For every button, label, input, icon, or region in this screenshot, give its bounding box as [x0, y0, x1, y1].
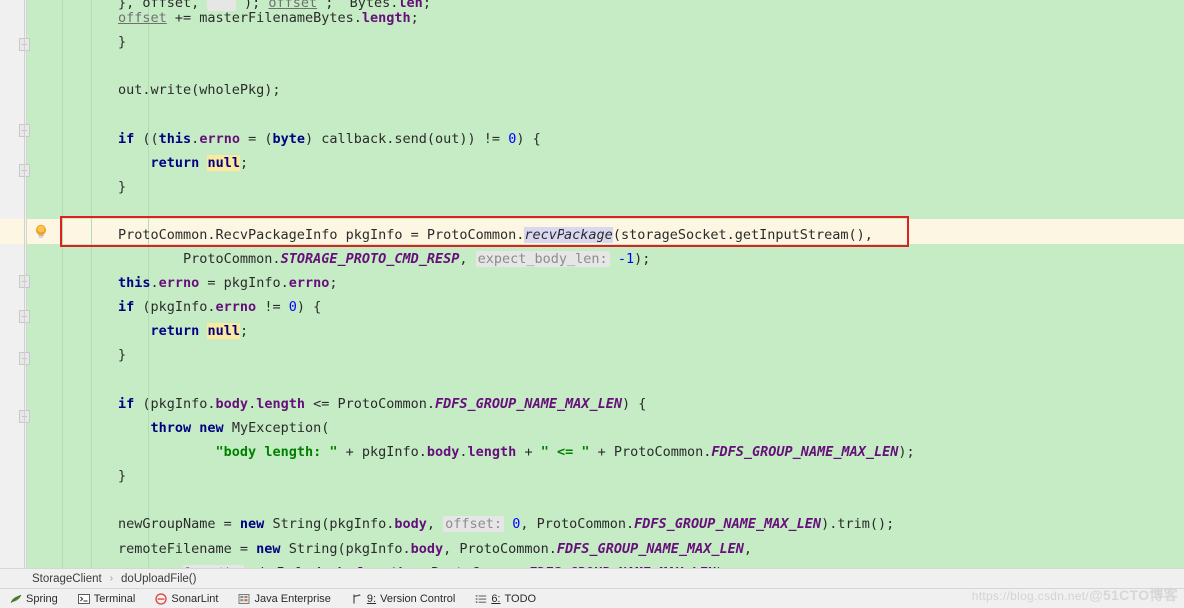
status-label-todo: TODO [504, 593, 537, 605]
code-line[interactable]: newGroupName = new String(pkgInfo.body, … [0, 512, 1184, 536]
code-line-text: return null; [150, 155, 249, 171]
code-line[interactable]: } [0, 464, 1184, 488]
code-line-text: return null; [150, 323, 249, 339]
code-line-text: "body length: " + pkgInfo.body.length + … [215, 444, 915, 460]
status-item-terminal[interactable]: Terminal [68, 589, 146, 608]
code-line[interactable]: if ((this.errno = (byte) callback.send(o… [0, 127, 1184, 151]
code-line[interactable]: throw new MyException( [0, 416, 1184, 440]
code-line-text: length: pkgInfo.body.length - ProtoCommo… [118, 561, 732, 568]
status-label-terminal: Terminal [93, 593, 136, 605]
code-line[interactable]: if (pkgInfo.errno != 0) { [0, 295, 1184, 319]
ide-window: }, offset, ); offset ; Bytes.len; offset … [0, 0, 1184, 608]
breadcrumb[interactable]: StorageClient › doUploadFile() [0, 568, 1184, 588]
status-label-java-enterprise: Java Enterprise [254, 593, 331, 605]
code-line[interactable]: offset += masterFilenameBytes.length; [0, 6, 1184, 30]
terminal-icon [77, 593, 90, 605]
java-enterprise-icon [238, 593, 250, 605]
code-line[interactable]: ProtoCommon.RecvPackageInfo pkgInfo = Pr… [0, 223, 1184, 247]
code-line-text: } [118, 347, 127, 363]
version-control-icon [351, 593, 363, 605]
code-line-text: } [118, 468, 127, 484]
code-line[interactable]: } [0, 343, 1184, 367]
code-line-text: if (pkgInfo.errno != 0) { [118, 299, 322, 315]
code-line[interactable]: } [0, 30, 1184, 54]
code-line-text: out.write(wholePkg); [118, 82, 281, 98]
code-line[interactable]: if (pkgInfo.body.length <= ProtoCommon.F… [0, 392, 1184, 416]
code-line-text: this.errno = pkgInfo.errno; [118, 275, 338, 291]
code-line-text: } [118, 179, 127, 195]
code-line[interactable] [0, 367, 1184, 391]
breadcrumb-separator: › [109, 573, 114, 584]
code-line[interactable] [0, 488, 1184, 512]
breadcrumb-item-class[interactable]: StorageClient [30, 573, 104, 585]
code-line[interactable]: length: pkgInfo.body.length - ProtoCommo… [0, 561, 1184, 568]
code-text[interactable]: }, offset, ); offset ; Bytes.len; offset … [0, 0, 1184, 568]
code-line-text: remoteFilename = new String(pkgInfo.body… [118, 541, 752, 557]
code-editor[interactable]: }, offset, ); offset ; Bytes.len; offset … [0, 0, 1184, 568]
status-item-todo[interactable]: 6: TODO [465, 589, 546, 608]
code-line[interactable] [0, 102, 1184, 126]
status-mnemonic-todo: 6: [491, 593, 501, 605]
sonarlint-icon [155, 593, 168, 605]
code-line[interactable] [0, 199, 1184, 223]
code-line[interactable]: remoteFilename = new String(pkgInfo.body… [0, 537, 1184, 561]
code-line[interactable]: ProtoCommon.STORAGE_PROTO_CMD_RESP, expe… [0, 247, 1184, 271]
status-label-spring: Spring [26, 593, 58, 605]
code-line-text: throw new MyException( [150, 420, 330, 436]
code-line-text: if (pkgInfo.body.length <= ProtoCommon.F… [118, 396, 647, 412]
status-label-version-control: Version Control [380, 593, 456, 605]
status-item-java-enterprise[interactable]: Java Enterprise [228, 589, 340, 608]
breadcrumb-item-method[interactable]: doUploadFile() [119, 573, 198, 585]
status-mnemonic-version-control: 9: [366, 593, 377, 605]
code-line[interactable]: return null; [0, 151, 1184, 175]
code-line[interactable]: this.errno = pkgInfo.errno; [0, 271, 1184, 295]
code-line-text: } [118, 34, 127, 50]
code-line[interactable]: } [0, 175, 1184, 199]
status-item-sonarlint[interactable]: SonarLint [145, 589, 228, 608]
code-line[interactable]: "body length: " + pkgInfo.body.length + … [0, 440, 1184, 464]
code-line-text: offset += masterFilenameBytes.length; [118, 10, 419, 26]
code-line-text: ProtoCommon.RecvPackageInfo pkgInfo = Pr… [118, 227, 873, 243]
code-line-text: if ((this.errno = (byte) callback.send(o… [118, 131, 541, 147]
status-item-version-control[interactable]: 9: Version Control [341, 589, 465, 608]
code-line-text: ProtoCommon.STORAGE_PROTO_CMD_RESP, expe… [118, 251, 651, 267]
todo-list-icon [475, 593, 487, 605]
code-line[interactable] [0, 54, 1184, 78]
status-label-sonarlint: SonarLint [171, 593, 219, 605]
spring-leaf-icon [10, 593, 22, 605]
code-line[interactable]: out.write(wholePkg); [0, 78, 1184, 102]
status-item-spring[interactable]: Spring [0, 589, 68, 608]
status-bar: Spring Terminal SonarLint Java Enterpris… [0, 588, 1184, 608]
code-line-text: newGroupName = new String(pkgInfo.body, … [118, 516, 895, 532]
code-line[interactable]: return null; [0, 319, 1184, 343]
